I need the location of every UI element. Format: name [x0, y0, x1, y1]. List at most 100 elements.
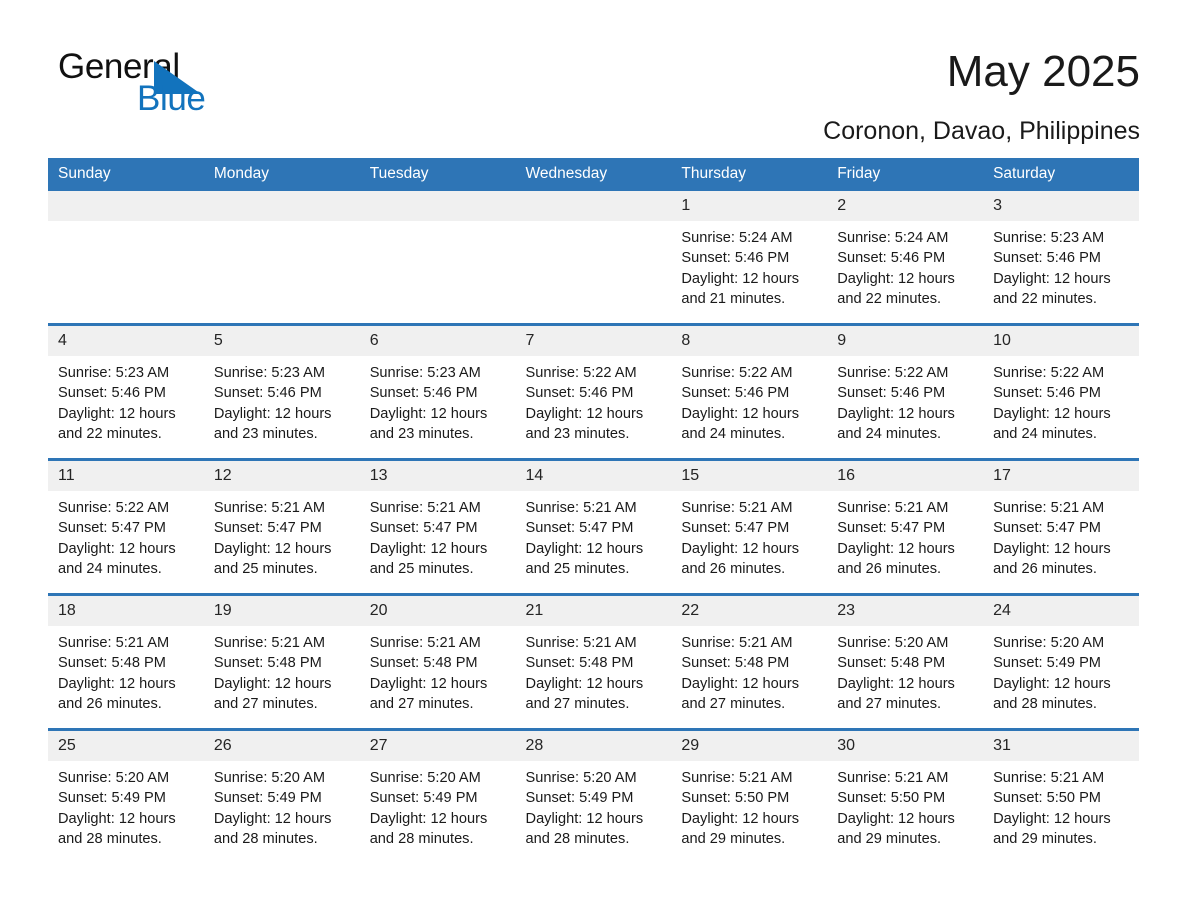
day-number: 27 [359, 731, 516, 761]
sunrise-text: Sunrise: 5:20 AM [213, 770, 325, 786]
sunset-text: Sunset: 5:48 PM [58, 655, 166, 672]
calendar-day-cell[interactable]: 24 Sunrise: 5:20 AM Sunset: 5:49 PM Dayligh… [983, 593, 1139, 730]
daylight-text: Daylight: 12 hours and 24 minutes. [58, 540, 176, 577]
day-number: 18 [48, 596, 204, 626]
day-cell-inner: 2 Sunrise: 5:24 AM Sunset: 5:46 PM Daylight… [827, 191, 984, 323]
sunset-text: Sunset: 5:46 PM [369, 385, 478, 402]
calendar-day-cell[interactable]: 19 Sunrise: 5:21 AM Sunset: 5:48 PM Dayligh… [203, 593, 360, 730]
sunset-text: Sunset: 5:46 PM [58, 385, 166, 402]
calendar-day-cell[interactable]: 18 Sunrise: 5:21 AM Sunset: 5:48 PM Dayligh… [48, 593, 204, 730]
sunrise-text: Sunrise: 5:24 AM [837, 230, 949, 246]
daylight-text: Daylight: 12 hours and 28 minutes. [58, 810, 176, 847]
calendar-day-cell[interactable]: 31 Sunrise: 5:21 AM Sunset: 5:50 PM Dayligh… [983, 728, 1139, 863]
daylight-text: Daylight: 12 hours and 27 minutes. [681, 675, 800, 712]
calendar-day-cell[interactable]: 12 Sunrise: 5:21 AM Sunset: 5:47 PM Dayligh… [203, 458, 360, 595]
daylight-text: Daylight: 12 hours and 23 minutes. [525, 405, 644, 442]
day-cell-details: Sunrise: 5:21 AM Sunset: 5:47 PM Daylight:… [360, 491, 516, 579]
calendar-day-cell[interactable]: 28 Sunrise: 5:20 AM Sunset: 5:49 PM Dayligh… [515, 728, 672, 863]
calendar-day-cell[interactable]: 26 Sunrise: 5:20 AM Sunset: 5:49 PM Dayligh… [203, 728, 360, 863]
sunrise-text: Sunrise: 5:23 AM [58, 365, 170, 381]
calendar-day-cell[interactable]: 2 Sunrise: 5:24 AM Sunset: 5:46 PM Daylight… [827, 191, 984, 325]
calendar-day-cell[interactable]: 14 Sunrise: 5:21 AM Sunset: 5:47 PM Dayligh… [515, 458, 672, 595]
day-number: 25 [48, 731, 204, 761]
day-number: 12 [203, 461, 360, 491]
calendar-day-cell[interactable]: 21 Sunrise: 5:21 AM Sunset: 5:48 PM Dayligh… [515, 593, 672, 730]
daylight-text: Daylight: 12 hours and 24 minutes. [837, 405, 955, 442]
sunset-text: Sunset: 5:46 PM [681, 385, 790, 402]
day-cell-inner: 8 Sunrise: 5:22 AM Sunset: 5:46 PM Daylight… [671, 326, 828, 458]
day-cell-details: Sunrise: 5:21 AM Sunset: 5:48 PM Daylight:… [48, 626, 204, 714]
sunset-text: Sunset: 5:50 PM [837, 790, 946, 807]
sunrise-text: Sunrise: 5:22 AM [837, 365, 949, 381]
daylight-text: Daylight: 12 hours and 24 minutes. [993, 405, 1111, 442]
sunrise-text: Sunrise: 5:21 AM [525, 635, 637, 651]
day-number: 5 [203, 326, 360, 356]
sunrise-text: Sunrise: 5:21 AM [213, 500, 325, 516]
calendar-day-cell[interactable]: 15 Sunrise: 5:21 AM Sunset: 5:47 PM Dayligh… [671, 458, 828, 595]
sunset-text: Sunset: 5:47 PM [58, 520, 166, 537]
sunrise-text: Sunrise: 5:21 AM [525, 500, 637, 516]
calendar-day-cell[interactable]: 8 Sunrise: 5:22 AM Sunset: 5:46 PM Daylight… [671, 323, 828, 460]
calendar-week-row: 25 Sunrise: 5:20 AM Sunset: 5:49 PM Dayligh… [48, 728, 1139, 863]
calendar-day-cell[interactable]: 13 Sunrise: 5:21 AM Sunset: 5:47 PM Dayligh… [359, 458, 516, 595]
calendar-page: General Blue May 2025 Coronon, Davao, Ph… [0, 0, 1188, 918]
day-cell-inner: 11 Sunrise: 5:22 AM Sunset: 5:47 PM Dayligh… [48, 461, 204, 593]
day-cell-inner: 26 Sunrise: 5:20 AM Sunset: 5:49 PM Dayligh… [203, 731, 360, 863]
day-number [359, 191, 516, 221]
day-cell-inner: 9 Sunrise: 5:22 AM Sunset: 5:46 PM Daylight… [827, 326, 984, 458]
day-cell-inner [359, 191, 516, 323]
sunset-text: Sunset: 5:46 PM [993, 250, 1101, 267]
sunrise-text: Sunrise: 5:23 AM [213, 365, 325, 381]
daylight-text: Daylight: 12 hours and 22 minutes. [837, 270, 955, 307]
calendar-day-cell[interactable]: 27 Sunrise: 5:20 AM Sunset: 5:49 PM Dayligh… [359, 728, 516, 863]
calendar-day-cell[interactable]: 30 Sunrise: 5:21 AM Sunset: 5:50 PM Dayligh… [827, 728, 984, 863]
sunrise-text: Sunrise: 5:22 AM [525, 365, 637, 381]
calendar-week-row: 18 Sunrise: 5:21 AM Sunset: 5:48 PM Dayligh… [48, 593, 1139, 730]
sunset-text: Sunset: 5:47 PM [837, 520, 946, 537]
calendar-day-cell[interactable]: 22 Sunrise: 5:21 AM Sunset: 5:48 PM Dayligh… [671, 593, 828, 730]
sunset-text: Sunset: 5:48 PM [213, 655, 322, 672]
day-number: 22 [671, 596, 828, 626]
sunset-text: Sunset: 5:49 PM [993, 655, 1101, 672]
calendar-day-cell[interactable]: 17 Sunrise: 5:21 AM Sunset: 5:47 PM Dayligh… [983, 458, 1139, 595]
day-number [48, 191, 204, 221]
sunrise-text: Sunrise: 5:20 AM [369, 770, 481, 786]
day-cell-details: Sunrise: 5:22 AM Sunset: 5:46 PM Daylight:… [671, 356, 827, 444]
calendar-day-cell[interactable]: 4 Sunrise: 5:23 AM Sunset: 5:46 PM Daylight… [48, 323, 204, 460]
sunset-text: Sunset: 5:49 PM [525, 790, 634, 807]
calendar-day-cell[interactable]: 3 Sunrise: 5:23 AM Sunset: 5:46 PM Daylight… [983, 191, 1139, 325]
calendar-day-cell[interactable]: 16 Sunrise: 5:21 AM Sunset: 5:47 PM Dayligh… [827, 458, 984, 595]
calendar-header-row: Sunday Monday Tuesday Wednesday Thursday… [48, 158, 1139, 191]
day-number: 3 [983, 191, 1139, 221]
calendar-day-cell[interactable]: 11 Sunrise: 5:22 AM Sunset: 5:47 PM Dayligh… [48, 458, 204, 595]
calendar-day-cell[interactable]: 10 Sunrise: 5:22 AM Sunset: 5:46 PM Dayligh… [983, 323, 1139, 460]
daylight-text: Daylight: 12 hours and 26 minutes. [681, 540, 800, 577]
daylight-text: Daylight: 12 hours and 27 minutes. [525, 675, 644, 712]
daylight-text: Daylight: 12 hours and 26 minutes. [58, 675, 176, 712]
calendar-day-cell[interactable]: 5 Sunrise: 5:23 AM Sunset: 5:46 PM Daylight… [203, 323, 360, 460]
calendar-day-cell-empty [359, 191, 516, 325]
location-subtitle: Coronon, Davao, Philippines [823, 117, 1140, 145]
sunset-text: Sunset: 5:46 PM [993, 385, 1101, 402]
daylight-text: Daylight: 12 hours and 24 minutes. [681, 405, 800, 442]
day-cell-details: Sunrise: 5:21 AM Sunset: 5:48 PM Daylight:… [671, 626, 827, 714]
sunrise-text: Sunrise: 5:21 AM [681, 770, 793, 786]
day-number: 9 [827, 326, 984, 356]
sunset-text: Sunset: 5:47 PM [369, 520, 478, 537]
daylight-text: Daylight: 12 hours and 22 minutes. [58, 405, 176, 442]
calendar-day-cell[interactable]: 29 Sunrise: 5:21 AM Sunset: 5:50 PM Dayligh… [671, 728, 828, 863]
day-cell-details: Sunrise: 5:20 AM Sunset: 5:49 PM Daylight:… [983, 626, 1139, 714]
day-cell-inner: 7 Sunrise: 5:22 AM Sunset: 5:46 PM Daylight… [515, 326, 672, 458]
calendar-day-cell[interactable]: 20 Sunrise: 5:21 AM Sunset: 5:48 PM Dayligh… [359, 593, 516, 730]
calendar-day-cell[interactable]: 9 Sunrise: 5:22 AM Sunset: 5:46 PM Daylight… [827, 323, 984, 460]
daylight-text: Daylight: 12 hours and 27 minutes. [837, 675, 955, 712]
sunrise-text: Sunrise: 5:22 AM [681, 365, 793, 381]
daylight-text: Daylight: 12 hours and 29 minutes. [993, 810, 1111, 847]
calendar-day-cell[interactable]: 6 Sunrise: 5:23 AM Sunset: 5:46 PM Daylight… [359, 323, 516, 460]
calendar-day-cell[interactable]: 25 Sunrise: 5:20 AM Sunset: 5:49 PM Dayligh… [48, 728, 204, 863]
day-cell-inner: 22 Sunrise: 5:21 AM Sunset: 5:48 PM Dayligh… [671, 596, 828, 728]
calendar-day-cell[interactable]: 7 Sunrise: 5:22 AM Sunset: 5:46 PM Daylight… [515, 323, 672, 460]
calendar-day-cell[interactable]: 23 Sunrise: 5:20 AM Sunset: 5:48 PM Dayligh… [827, 593, 984, 730]
calendar-day-cell[interactable]: 1 Sunrise: 5:24 AM Sunset: 5:46 PM Daylight… [671, 191, 828, 325]
general-blue-logo: General Blue [58, 48, 258, 128]
